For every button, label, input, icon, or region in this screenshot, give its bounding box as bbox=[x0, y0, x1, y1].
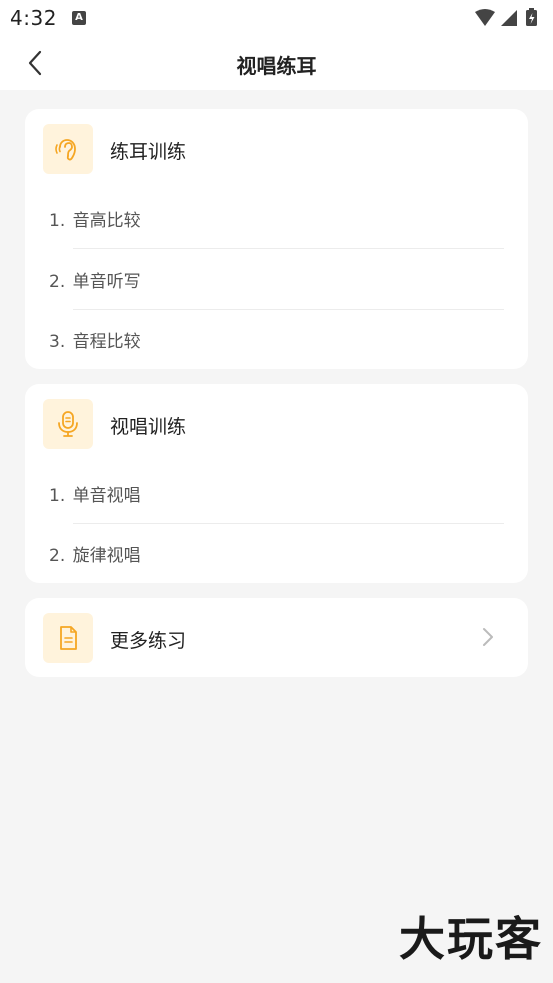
item-number: 2. bbox=[49, 272, 66, 292]
list-item-pitch-compare[interactable]: 1. 音高比较 bbox=[49, 201, 504, 241]
nav-bar: 视唱练耳 bbox=[0, 36, 553, 90]
signal-icon bbox=[501, 10, 517, 26]
ear-icon bbox=[43, 124, 93, 174]
status-bar: 4:32 A bbox=[0, 0, 553, 36]
item-label: 单音听写 bbox=[72, 272, 141, 292]
item-number: 1. bbox=[49, 211, 66, 231]
wifi-icon bbox=[475, 9, 495, 26]
watermark: 大玩客 bbox=[399, 912, 543, 966]
sight-singing-card: 视唱训练 1. 单音视唱 2. 旋律视唱 bbox=[25, 384, 528, 583]
item-label: 旋律视唱 bbox=[72, 546, 141, 566]
list-item-interval-compare[interactable]: 3. 音程比较 bbox=[49, 322, 504, 362]
divider bbox=[73, 523, 504, 524]
list-item-melody-sight-sing[interactable]: 2. 旋律视唱 bbox=[49, 536, 504, 576]
more-practice-header: 更多练习 bbox=[43, 613, 513, 663]
document-icon bbox=[43, 613, 93, 663]
divider bbox=[73, 309, 504, 310]
status-time: 4:32 bbox=[10, 6, 57, 30]
item-label: 音程比较 bbox=[72, 332, 141, 352]
ear-training-title: 练耳训练 bbox=[110, 141, 187, 163]
more-practice-card[interactable]: 更多练习 bbox=[25, 598, 528, 677]
list-item-single-dictation[interactable]: 2. 单音听写 bbox=[49, 262, 504, 302]
sight-singing-title: 视唱训练 bbox=[110, 416, 187, 438]
item-number: 2. bbox=[49, 546, 66, 566]
sight-singing-header: 视唱训练 bbox=[43, 399, 513, 449]
ear-training-header: 练耳训练 bbox=[43, 124, 513, 174]
status-icons bbox=[473, 8, 541, 28]
microphone-icon bbox=[43, 399, 93, 449]
page-title: 视唱练耳 bbox=[236, 54, 317, 78]
item-number: 3. bbox=[49, 332, 66, 352]
list-item-single-sight-sing[interactable]: 1. 单音视唱 bbox=[49, 476, 504, 516]
chevron-right-icon bbox=[483, 628, 493, 646]
ear-training-card: 练耳训练 1. 音高比较 2. 单音听写 3. 音程比较 bbox=[25, 109, 528, 369]
more-practice-title: 更多练习 bbox=[110, 630, 187, 652]
item-label: 单音视唱 bbox=[72, 486, 141, 506]
divider bbox=[73, 248, 504, 249]
app-notification-icon: A bbox=[72, 11, 86, 25]
item-number: 1. bbox=[49, 486, 66, 506]
item-label: 音高比较 bbox=[72, 211, 141, 231]
battery-charging-icon bbox=[526, 8, 537, 26]
